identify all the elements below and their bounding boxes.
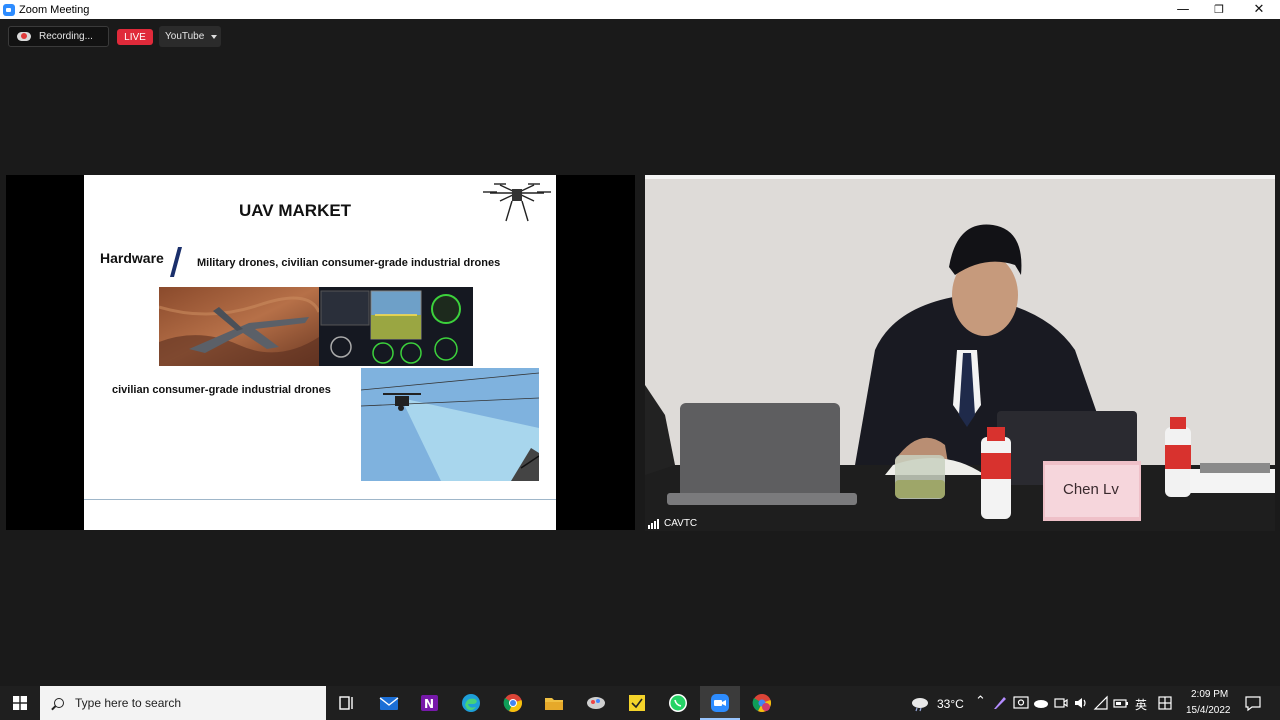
name-card: Chen Lv [1063, 481, 1119, 498]
windows-taskbar: Type here to search N 33°C ⌃ 英 2:09 PM 1… [0, 686, 1280, 720]
screen-clip-icon[interactable] [1013, 695, 1029, 711]
cockpit-display-image [319, 287, 473, 366]
close-button[interactable]: ✕ [1240, 0, 1278, 19]
minimize-button[interactable]: — [1164, 0, 1202, 19]
slide-footer-rule [84, 499, 556, 500]
recording-indicator[interactable]: Recording... [8, 26, 109, 47]
sticky-notes-icon[interactable] [627, 693, 647, 713]
title-bar: Zoom Meeting — ❐ ✕ [0, 0, 1280, 19]
participant-name-tag: CAVTC [648, 518, 697, 529]
section-divider [169, 247, 183, 277]
speaker-volume-icon[interactable] [1073, 695, 1089, 711]
chrome-profile-icon[interactable] [752, 693, 772, 713]
whatsapp-icon[interactable] [668, 693, 688, 713]
pen-icon[interactable] [992, 695, 1008, 711]
slide-title: UAV MARKET [239, 201, 352, 220]
windows-logo-icon [13, 696, 27, 710]
live-badge[interactable]: LIVE [117, 29, 153, 45]
ime-mode-icon[interactable] [1157, 695, 1173, 711]
section-subtitle: Military drones, civilian consumer-grade… [197, 257, 501, 269]
edge-browser-icon[interactable] [461, 693, 481, 713]
onedrive-cloud-icon[interactable] [1033, 695, 1049, 711]
search-placeholder: Type here to search [75, 696, 182, 710]
participant-video-frame [645, 175, 1275, 531]
drone-icon [483, 183, 551, 222]
participant-video[interactable]: Chen Lv CAVTC [645, 175, 1275, 531]
zoom-app-icon [711, 694, 729, 712]
window-title: Zoom Meeting [19, 3, 90, 16]
task-view-icon[interactable] [337, 693, 357, 713]
screen-share-panel[interactable]: UAV MARKET Hardware Military drones, civ… [6, 175, 635, 530]
paint-3d-icon[interactable] [586, 693, 606, 713]
participant-name: CAVTC [664, 518, 698, 529]
restore-button[interactable]: ❐ [1200, 0, 1238, 19]
wifi-icon[interactable] [1093, 695, 1109, 711]
search-icon [54, 698, 64, 708]
signal-strength-icon [648, 518, 660, 529]
chevron-up-icon[interactable]: ⌃ [975, 694, 986, 709]
section-heading: Hardware [100, 250, 164, 266]
start-button[interactable] [0, 686, 40, 720]
clock-time[interactable]: 2:09 PM [1191, 689, 1228, 700]
civil-drone-image [361, 368, 539, 481]
stream-target-label: YouTube [165, 31, 205, 42]
battery-icon[interactable] [1113, 695, 1129, 711]
stream-target-dropdown[interactable]: YouTube [159, 26, 221, 47]
weather-temperature[interactable]: 33°C [937, 697, 964, 711]
chevron-down-icon [211, 34, 218, 39]
meet-now-icon[interactable] [1053, 695, 1069, 711]
slide-caption: civilian consumer-grade industrial drone… [112, 384, 331, 396]
notifications-icon[interactable] [1244, 694, 1262, 712]
taskbar-search-box[interactable]: Type here to search [40, 686, 326, 720]
zoom-taskbar-button[interactable] [700, 686, 740, 720]
military-drone-image [159, 287, 319, 366]
clock-date[interactable]: 15/4/2022 [1186, 705, 1231, 716]
recording-label: Recording... [39, 31, 93, 42]
chrome-browser-icon[interactable] [503, 693, 523, 713]
presentation-slide: UAV MARKET Hardware Military drones, civ… [84, 175, 556, 530]
onenote-icon[interactable]: N [420, 693, 440, 713]
zoom-app-icon [3, 3, 15, 16]
cloud-record-icon [17, 32, 31, 41]
file-explorer-icon[interactable] [544, 693, 564, 713]
mail-icon[interactable] [379, 693, 399, 713]
input-method-indicator[interactable]: 英 [1135, 696, 1147, 713]
svg-text:N: N [424, 697, 434, 711]
weather-cloud-icon[interactable] [910, 693, 930, 713]
